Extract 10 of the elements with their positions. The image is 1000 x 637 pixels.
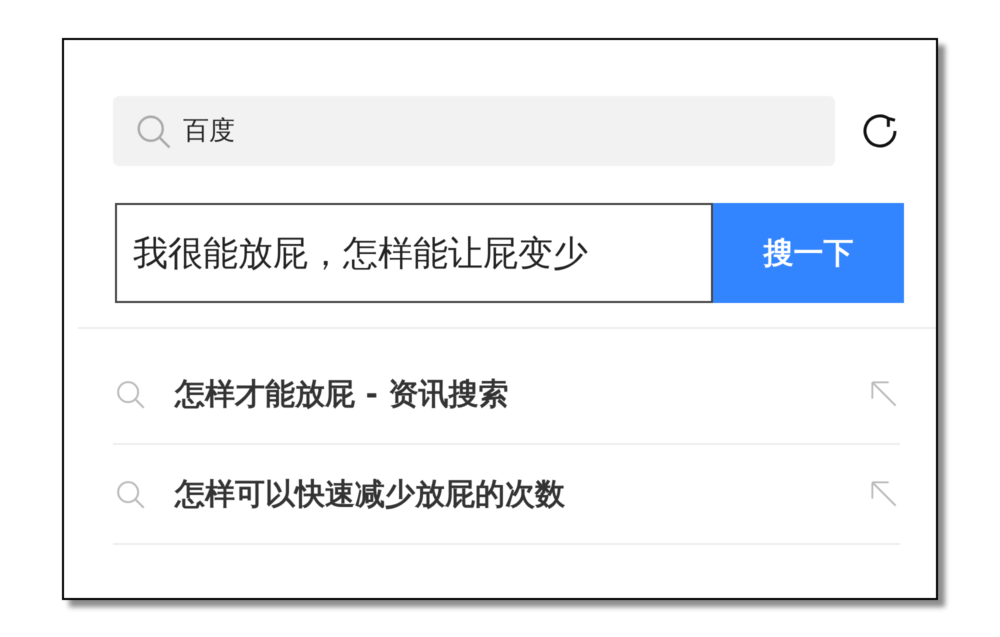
fill-query-arrow-icon[interactable]: [870, 480, 898, 508]
search-field[interactable]: 我很能放屁，怎样能让屁变少: [115, 203, 713, 303]
suggestion-item[interactable]: 怎样可以快速减少放屁的次数: [175, 472, 565, 516]
suggestion-item[interactable]: 怎样才能放屁 - 资讯搜索: [175, 372, 508, 416]
search-icon: [115, 479, 145, 509]
search-icon: [135, 113, 171, 149]
search-icon: [115, 379, 145, 409]
fill-query-arrow-icon[interactable]: [870, 380, 898, 408]
search-button[interactable]: 搜一下: [713, 203, 904, 303]
search-chip[interactable]: 百度: [113, 96, 835, 166]
